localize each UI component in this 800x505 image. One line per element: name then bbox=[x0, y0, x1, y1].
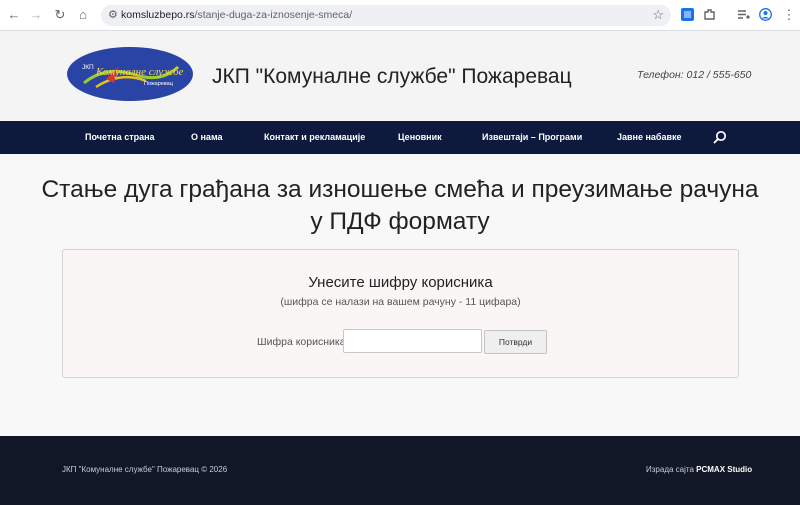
site-header: ЈКП Комуналне службе Пожаревац ЈКП "Кому… bbox=[0, 31, 800, 121]
forward-arrow-icon[interactable]: → bbox=[27, 6, 45, 24]
customer-code-label: Шифра корисника: bbox=[257, 336, 349, 348]
confirm-button[interactable]: Потврди bbox=[484, 330, 547, 354]
company-logo[interactable]: ЈКП Комуналне службе Пожаревац bbox=[66, 45, 194, 103]
logo-name: Комуналне службе bbox=[95, 66, 183, 78]
nav-item-reports[interactable]: Извештаји – Програми bbox=[482, 132, 582, 142]
home-icon[interactable]: ⌂ bbox=[74, 6, 92, 24]
nav-item-about[interactable]: О нама bbox=[191, 132, 223, 142]
url-domain: komsluzbepo.rs bbox=[121, 9, 195, 21]
site-settings-icon[interactable]: ⚙ bbox=[108, 8, 118, 21]
reload-icon[interactable]: ↻ bbox=[51, 6, 69, 24]
url-path: /stanje-duga-za-iznosenje-smeca/ bbox=[194, 9, 353, 21]
browser-toolbar: ← → ↻ ⌂ ⚙ komsluzbepo.rs/stanje-duga-za-… bbox=[0, 0, 800, 31]
search-icon[interactable] bbox=[712, 129, 728, 145]
nav-item-pricelist[interactable]: Ценовник bbox=[398, 132, 442, 142]
form-title: Унесите шифру корисника bbox=[308, 274, 493, 291]
credits-prefix: Израда сајта bbox=[646, 465, 694, 474]
main-navigation: Почетна страна О нама Контакт и рекламац… bbox=[0, 121, 800, 154]
extensions-puzzle-icon[interactable] bbox=[703, 8, 716, 21]
translate-extension-icon[interactable] bbox=[681, 8, 694, 21]
site-footer: ЈКП "Комуналне службе" Пожаревац © 2026 … bbox=[0, 436, 800, 505]
browser-menu-icon[interactable]: ⋮ bbox=[780, 6, 798, 24]
site-title: ЈКП "Комуналне службе" Пожаревац bbox=[212, 65, 572, 88]
credits-studio-link[interactable]: PCMAX Studio bbox=[696, 465, 752, 474]
customer-code-form: Унесите шифру корисника (шифра се налази… bbox=[62, 249, 739, 378]
page-title: Стање дуга грађана за изношење смећа и п… bbox=[40, 174, 760, 238]
page-title-line2: у ПДФ формату bbox=[310, 208, 490, 235]
phone-number: Телефон: 012 / 555-650 bbox=[637, 69, 752, 81]
copyright-text: ЈКП "Комуналне службе" Пожаревац © 2026 bbox=[62, 465, 228, 474]
nav-item-procurement[interactable]: Јавне набавке bbox=[617, 132, 682, 142]
reading-list-icon[interactable] bbox=[737, 8, 750, 21]
form-hint: (шифра се налази на вашем рачуну - 11 ци… bbox=[280, 296, 521, 308]
logo-city: Пожаревац bbox=[144, 81, 174, 87]
nav-item-home[interactable]: Почетна страна bbox=[85, 132, 155, 142]
url-text: komsluzbepo.rs/stanje-duga-za-iznosenje-… bbox=[121, 9, 352, 21]
credits-text: Израда сајта PCMAX Studio bbox=[646, 465, 752, 474]
customer-code-input[interactable] bbox=[343, 329, 482, 353]
profile-avatar-icon[interactable] bbox=[759, 8, 772, 21]
address-bar[interactable]: ⚙ komsluzbepo.rs/stanje-duga-za-iznosenj… bbox=[101, 5, 671, 26]
back-arrow-icon[interactable]: ← bbox=[5, 6, 23, 24]
nav-item-contact[interactable]: Контакт и рекламације bbox=[264, 132, 365, 142]
page-title-line1: Стање дуга грађана за изношење смећа и п… bbox=[41, 176, 759, 203]
bookmark-star-icon[interactable]: ☆ bbox=[652, 7, 664, 23]
logo-prefix: ЈКП bbox=[82, 64, 94, 71]
